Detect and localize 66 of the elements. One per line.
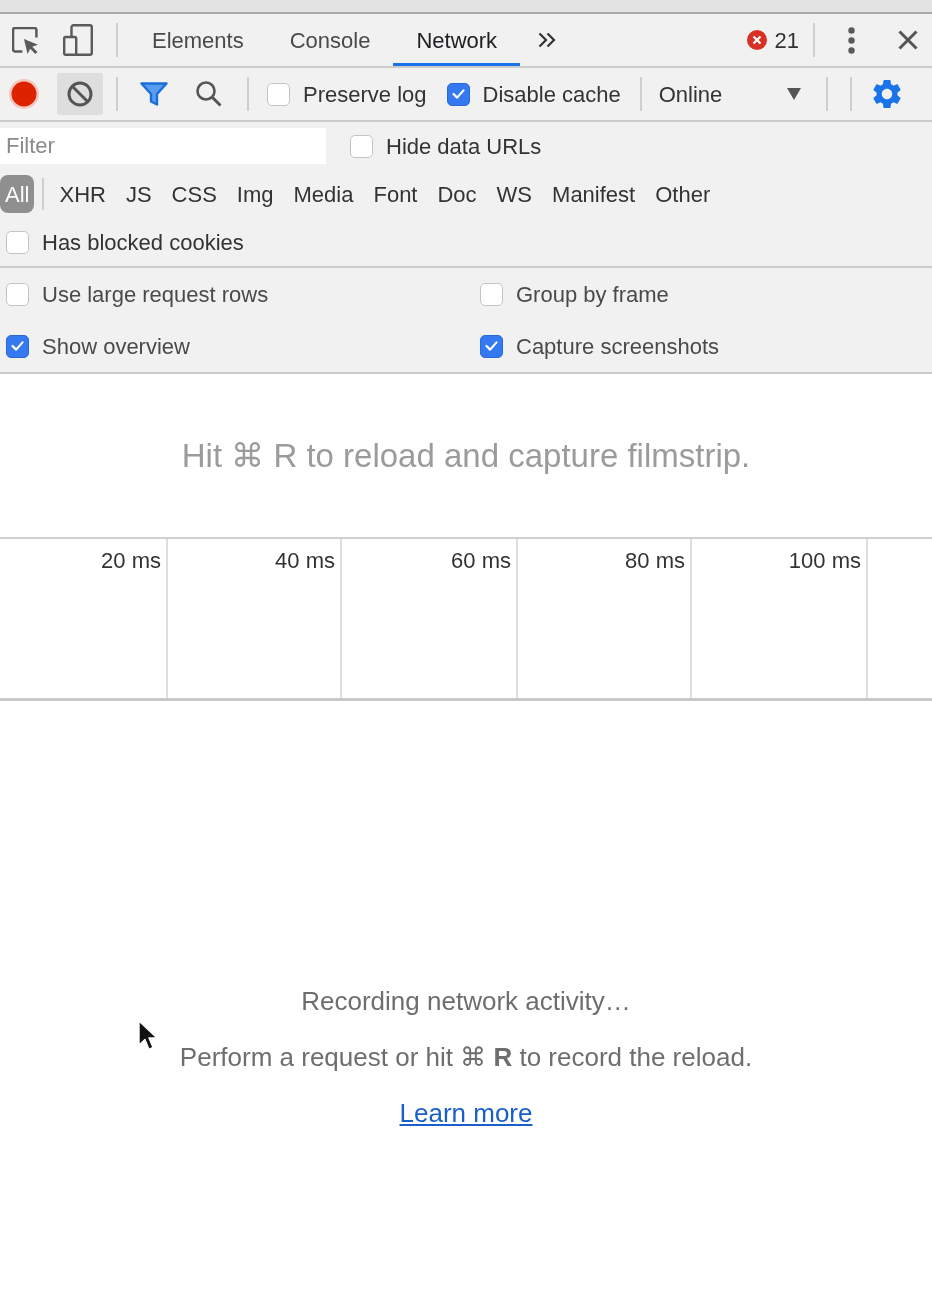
tick-label: 80 ms: [625, 548, 685, 574]
type-filter-button[interactable]: WS: [491, 175, 538, 213]
type-filter-button[interactable]: Doc: [432, 175, 482, 213]
type-filter-button[interactable]: Img: [231, 175, 279, 213]
tick-label: 40 ms: [275, 548, 335, 574]
inspect-element-button[interactable]: [11, 26, 39, 54]
chevrons-right-icon: [538, 32, 557, 48]
panel-tab[interactable]: Console: [266, 14, 394, 66]
checkmark-icon: [485, 341, 498, 351]
checkbox-label[interactable]: Hide data URLs: [386, 129, 542, 163]
checkmark-icon: [451, 89, 465, 99]
tick-label: 20 ms: [101, 548, 161, 574]
tick-label: 100 ms: [788, 548, 861, 574]
checkbox[interactable]: [6, 334, 29, 358]
record-icon: [9, 79, 39, 109]
empty-state-message: Perform a request or hit ⌘ R to record the reload.: [179, 1041, 753, 1074]
type-filter-button[interactable]: Other: [650, 175, 716, 213]
checkbox-label[interactable]: Group by frame: [516, 277, 669, 311]
checkbox-label[interactable]: Has blocked cookies: [42, 225, 244, 259]
more-vertical-icon: [848, 26, 855, 54]
search-icon: [196, 81, 222, 107]
checkbox-label[interactable]: Capture screenshots: [516, 329, 719, 363]
search-button[interactable]: [196, 81, 222, 107]
close-button[interactable]: [898, 30, 918, 50]
checkbox[interactable]: [267, 82, 290, 106]
dropdown-arrow-icon: [786, 88, 801, 100]
type-filter-button[interactable]: Font: [368, 175, 423, 213]
throttling-select[interactable]: Online: [658, 77, 801, 111]
checkbox-label[interactable]: Preserve log: [303, 77, 427, 111]
type-filter-button[interactable]: XHR: [54, 175, 111, 213]
checkbox[interactable]: [6, 282, 29, 306]
filter-input[interactable]: Filter: [0, 128, 326, 164]
checkbox-label[interactable]: Disable cache: [482, 77, 621, 111]
empty-state-title: Recording network activity…: [301, 985, 631, 1018]
more-options-button[interactable]: [848, 26, 855, 54]
filmstrip-hint: Hit ⌘ R to reload and capture filmstrip.: [181, 436, 751, 476]
error-counter-button[interactable]: 21: [746, 23, 799, 57]
settings-icon: [872, 80, 901, 108]
settings-button[interactable]: [872, 80, 901, 108]
checkbox[interactable]: [480, 282, 503, 306]
checkbox[interactable]: [6, 230, 29, 254]
record-button[interactable]: [9, 79, 39, 109]
error-icon: [746, 30, 767, 50]
checkbox-label[interactable]: Show overview: [42, 329, 190, 363]
more-tabs-button[interactable]: [538, 31, 557, 49]
checkbox[interactable]: [350, 134, 373, 158]
checkbox[interactable]: [480, 334, 503, 358]
tick-label: 60 ms: [451, 548, 511, 574]
type-filter-button[interactable]: Manifest: [547, 175, 641, 213]
prohibit-icon: [67, 81, 93, 107]
inspect-element-icon: [11, 26, 39, 54]
type-filter-button[interactable]: JS: [120, 175, 157, 213]
checkbox-label[interactable]: Use large request rows: [42, 277, 269, 311]
device-toolbar-button[interactable]: [63, 24, 93, 56]
clear-button[interactable]: [57, 73, 103, 115]
mouse-cursor-icon: [138, 1020, 158, 1052]
type-filter-button[interactable]: Media: [288, 175, 359, 213]
type-filter-button[interactable]: CSS: [166, 175, 222, 213]
checkmark-icon: [11, 341, 24, 351]
panel-tab[interactable]: Elements: [129, 14, 267, 66]
filter-icon: [140, 82, 168, 106]
filter-button[interactable]: [140, 82, 168, 106]
checkbox[interactable]: [446, 82, 470, 106]
device-toggle-icon: [63, 24, 93, 56]
close-icon: [898, 30, 918, 50]
learn-more-link[interactable]: Learn more: [399, 1096, 533, 1130]
